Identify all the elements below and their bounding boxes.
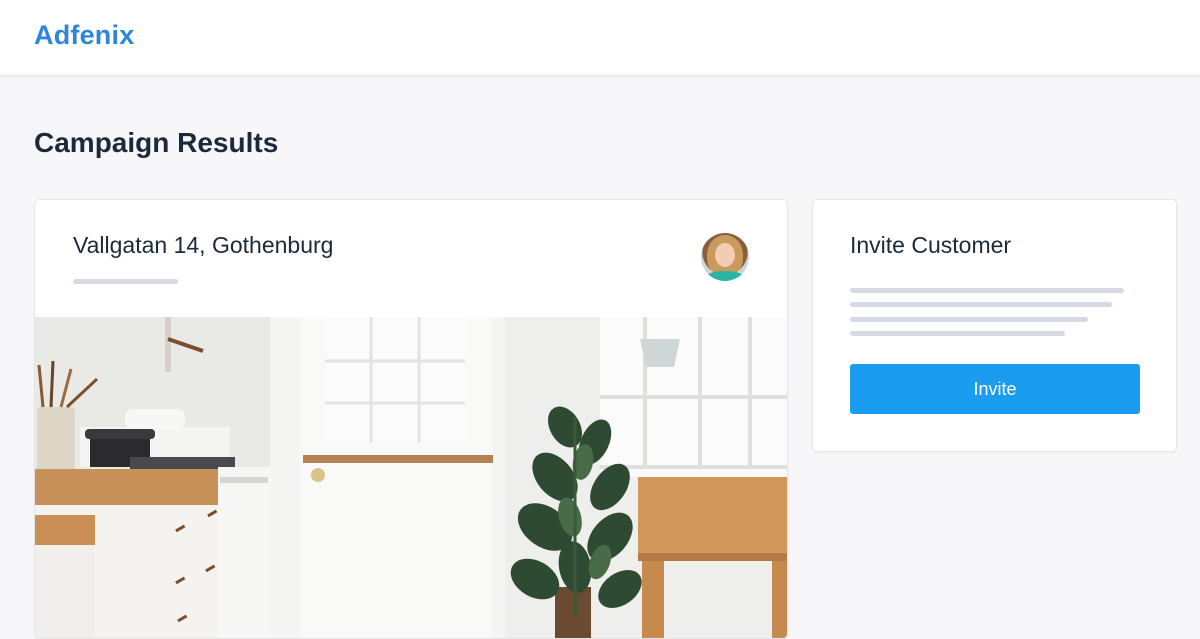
avatar-shirt bbox=[705, 271, 745, 281]
address-placeholder-line bbox=[73, 279, 178, 284]
agent-avatar[interactable] bbox=[701, 233, 749, 281]
description-placeholder-line bbox=[850, 288, 1124, 293]
top-navigation-bar: Adfenix bbox=[0, 0, 1200, 76]
campaign-card: Vallgatan 14, Gothenburg bbox=[34, 199, 788, 639]
brand-logo[interactable]: Adfenix bbox=[34, 20, 134, 51]
page-title: Campaign Results bbox=[34, 127, 279, 158]
description-placeholder-line bbox=[850, 302, 1112, 307]
kitchen-illustration bbox=[35, 317, 787, 638]
property-address: Vallgatan 14, Gothenburg bbox=[73, 232, 334, 258]
invite-card-title: Invite Customer bbox=[850, 232, 1012, 258]
description-placeholder-line bbox=[850, 317, 1088, 322]
invite-customer-card: Invite Customer Invite bbox=[812, 199, 1177, 452]
description-placeholder-line bbox=[850, 331, 1065, 336]
avatar-face bbox=[715, 243, 735, 267]
invite-button[interactable]: Invite bbox=[850, 364, 1140, 414]
property-photo bbox=[35, 317, 787, 638]
